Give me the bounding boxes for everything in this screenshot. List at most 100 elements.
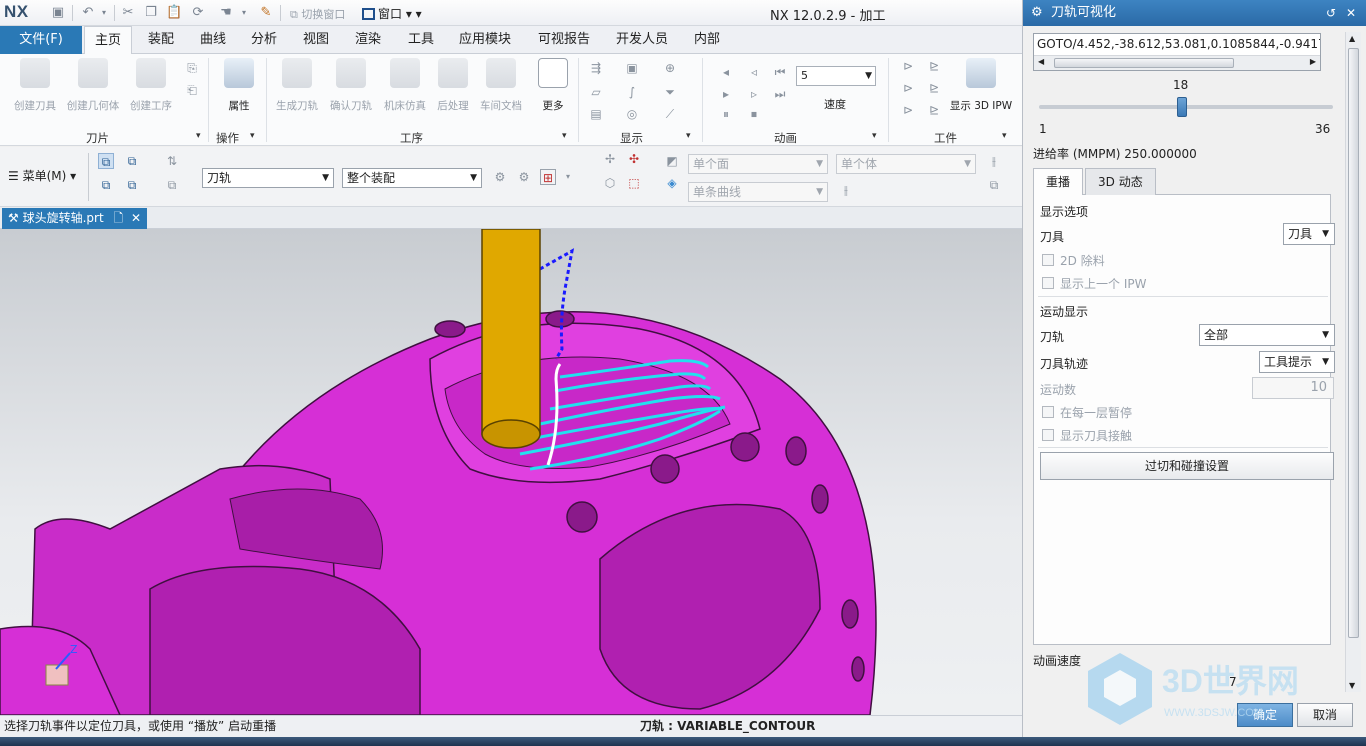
workpiece-icon-2[interactable]: ⊵ (926, 58, 942, 74)
save-icon[interactable]: ▣ (50, 5, 66, 21)
machine-simulation-button[interactable]: 机床仿真 (378, 58, 432, 112)
switch-window-button[interactable]: ⧉ 切换窗口 (290, 6, 345, 22)
copy-icon[interactable]: ❐ (143, 5, 159, 21)
display-curve-icon[interactable]: ∫ (624, 84, 640, 100)
workpiece-icon-3[interactable]: ⊳ (900, 80, 916, 96)
step-forward-icon[interactable]: ▸ (718, 86, 734, 102)
assembly-icon[interactable]: ⧉ (986, 177, 1002, 193)
rect-select-icon[interactable]: ⬚ (626, 175, 642, 191)
ok-button[interactable]: 确定 (1237, 703, 1293, 727)
single-curve-select[interactable]: 单条曲线 ▼ (688, 182, 828, 202)
document-tab[interactable]: ⚒ 球头旋转轴.prt 🗋 ✕ (2, 208, 148, 229)
touch-mode-icon[interactable]: ☚ (218, 5, 234, 21)
paste-object-icon[interactable]: ⎗ (184, 82, 200, 98)
view-tool-icon[interactable]: ⧉ (124, 153, 140, 169)
show-tool-contact-checkbox[interactable] (1042, 429, 1054, 441)
create-operation-button[interactable]: 创建工序 (124, 58, 178, 112)
graphics-viewport[interactable]: Z (0, 229, 1022, 715)
touch-mode-dropdown-icon[interactable]: ▾ (236, 5, 252, 21)
play-forward-icon[interactable]: ▹ (746, 86, 762, 102)
pause-icon[interactable]: ⏸ (718, 106, 734, 122)
tab-home[interactable]: 主页 (84, 26, 133, 55)
postprocess-button[interactable]: 后处理 (426, 58, 480, 112)
horizontal-scrollbar[interactable]: ◀ ▶ (1034, 55, 1320, 70)
more-button[interactable]: 更多 (526, 58, 580, 112)
intersect-icon[interactable]: ⫲ (986, 153, 1002, 169)
properties-button[interactable]: 属性 (212, 58, 266, 112)
create-geometry-button[interactable]: 创建几何体 (66, 58, 120, 112)
create-tool-button[interactable]: 创建刀具 (8, 58, 62, 112)
view-toolpath-icon[interactable]: ⧉ (98, 153, 114, 169)
scroll-up-icon[interactable]: ▲ (1349, 34, 1355, 43)
menu-button[interactable]: ☰ 菜单(M) ▾ (8, 167, 76, 184)
skip-forward-icon[interactable]: ⏭ (772, 86, 788, 102)
display-plane-icon[interactable]: ▱ (588, 84, 604, 100)
workpiece-icon-5[interactable]: ⊳ (900, 102, 916, 118)
snap-icon-1[interactable]: ⚙ (492, 169, 508, 185)
type-filter-select[interactable]: 刀轨 ▼ (202, 168, 334, 188)
close-icon[interactable]: ✕ (131, 211, 141, 225)
view-machine-icon[interactable]: ⧉ (98, 177, 114, 193)
part-model[interactable]: Z (0, 229, 1022, 715)
skip-back-icon[interactable]: ⏮ (772, 64, 788, 80)
display-circle-icon[interactable]: ◎ (624, 106, 640, 122)
stop-icon[interactable]: ⏹ (746, 106, 762, 122)
pen-icon[interactable]: ✎ (258, 5, 274, 21)
tool-display-select[interactable]: 刀具 ▼ (1283, 223, 1335, 245)
close-icon[interactable]: ✕ (1346, 0, 1356, 26)
show-3d-ipw-button[interactable]: 显示 3D IPW (948, 58, 1014, 112)
workpiece-icon-4[interactable]: ⊵ (926, 80, 942, 96)
curve-rule-icon[interactable]: ⫲ (838, 182, 854, 198)
pause-each-layer-checkbox[interactable] (1042, 406, 1054, 418)
overcut-collision-settings-button[interactable]: 过切和碰撞设置 (1040, 452, 1334, 480)
cut-icon[interactable]: ✂ (120, 5, 136, 21)
undo-icon[interactable]: ↶ (80, 5, 96, 21)
scroll-down-icon[interactable]: ▼ (1349, 681, 1355, 690)
workpiece-icon-1[interactable]: ⊳ (900, 58, 916, 74)
snap-point-icon[interactable]: ✢ (602, 151, 618, 167)
tab-tools[interactable]: 工具 (398, 26, 444, 54)
snap-icon-2[interactable]: ⚙ (516, 169, 532, 185)
group-menu-arrow[interactable]: ▾ (1002, 131, 1007, 141)
vertical-scrollbar[interactable]: ▲ ▼ (1345, 32, 1361, 692)
undo-dropdown-icon[interactable]: ▾ (96, 5, 112, 21)
tab-view[interactable]: 视图 (293, 26, 339, 54)
window-menu[interactable]: 窗口 ▾ ▾ (362, 5, 422, 22)
group-menu-arrow[interactable]: ▾ (196, 131, 201, 141)
toolpath-display-select[interactable]: 全部 ▼ (1199, 324, 1335, 346)
show-prev-ipw-checkbox[interactable] (1042, 277, 1054, 289)
nav-icon-2[interactable]: ⧉ (164, 177, 180, 193)
tab-3d-dynamic[interactable]: 3D 动态 (1085, 168, 1156, 195)
group-menu-arrow[interactable]: ▾ (562, 131, 567, 141)
tab-replay[interactable]: 重播 (1033, 168, 1084, 196)
group-menu-arrow[interactable]: ▾ (250, 131, 255, 141)
repeat-command-icon[interactable]: ⟳ (190, 5, 206, 21)
display-toolpath-icon[interactable]: ⇶ (588, 60, 604, 76)
tab-applications[interactable]: 应用模块 (449, 26, 521, 54)
scroll-thumb[interactable] (1054, 58, 1234, 68)
group-menu-arrow[interactable]: ▾ (872, 131, 877, 141)
generate-toolpath-button[interactable]: 生成刀轨 (270, 58, 324, 112)
tab-file[interactable]: 文件(F) (0, 26, 82, 54)
single-face-select[interactable]: 单个面 ▼ (688, 154, 828, 174)
tab-internal[interactable]: 内部 (684, 26, 730, 54)
display-layer-icon[interactable]: ▤ (588, 106, 604, 122)
nav-icon-1[interactable]: ⇅ (164, 153, 180, 169)
group-menu-arrow[interactable]: ▾ (686, 131, 691, 141)
motion-count-input[interactable]: 10 (1252, 377, 1334, 399)
workpiece-icon-6[interactable]: ⊵ (926, 102, 942, 118)
tab-curve[interactable]: 曲线 (190, 26, 236, 54)
select-box-icon[interactable]: ⊞ (540, 169, 556, 185)
paste-icon[interactable]: 📋 (166, 5, 182, 21)
scroll-left-icon[interactable]: ◀ (1038, 57, 1044, 66)
hexagon-icon[interactable]: ⬡ (602, 175, 618, 191)
tab-analysis[interactable]: 分析 (241, 26, 287, 54)
display-tool-icon[interactable]: ⊕ (662, 60, 678, 76)
cube-icon[interactable]: ◈ (664, 175, 680, 191)
view-geometry-icon[interactable]: ⧉ (124, 177, 140, 193)
single-body-select[interactable]: 单个体 ▼ (836, 154, 976, 174)
select-dropdown-icon[interactable]: ▾ (560, 169, 576, 185)
reset-icon[interactable]: ↺ (1326, 0, 1336, 26)
goto-listing[interactable]: GOTO/4.452,-38.612,53.081,0.1085844,-0.9… (1033, 33, 1321, 71)
scroll-thumb[interactable] (1348, 48, 1359, 638)
